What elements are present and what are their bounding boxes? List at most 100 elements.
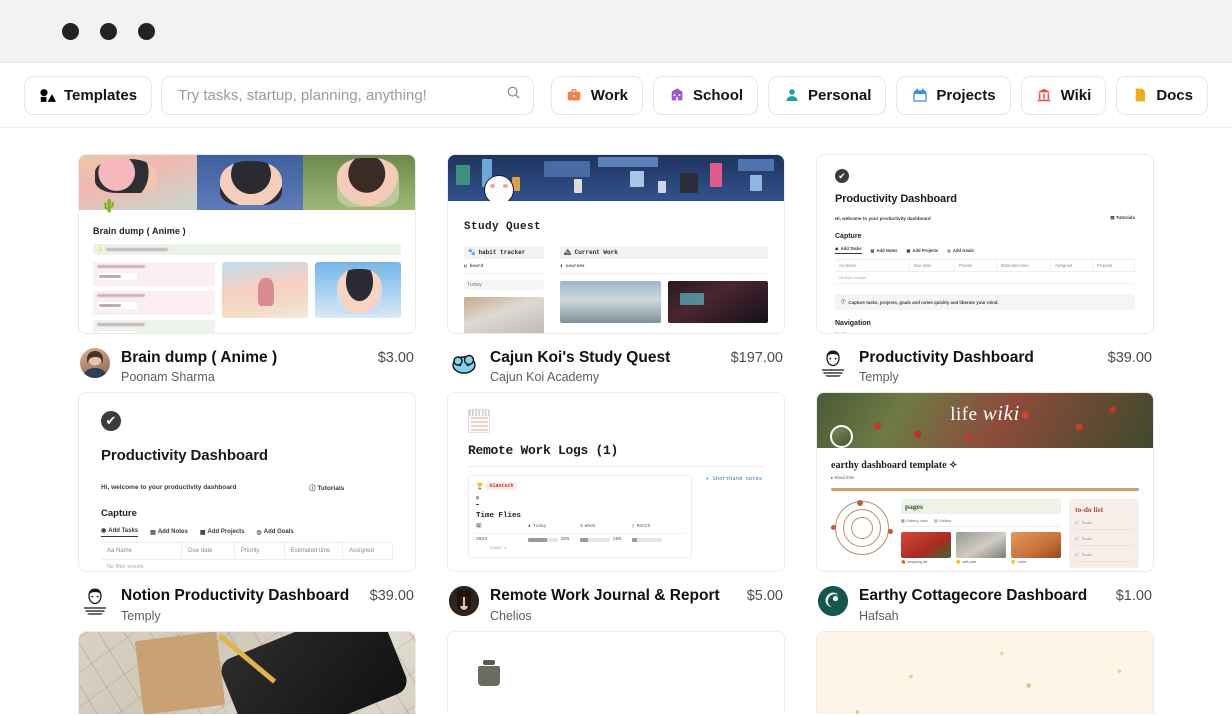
column-header-priority: Priority <box>955 260 997 271</box>
template-thumbnail[interactable]: 🌵 Brain dump ( Anime ) ✨ <box>78 154 416 334</box>
page-gallery-item[interactable]: 📒 notes <box>1011 532 1061 564</box>
capture-tab-add-goals[interactable]: ◎ Add Goals <box>257 527 294 537</box>
anime-task-row[interactable] <box>93 262 215 286</box>
todo-item[interactable]: ☐ To-do <box>1075 536 1133 547</box>
window-close-button[interactable] <box>62 22 79 40</box>
search-box[interactable] <box>161 75 535 115</box>
anime-quote-callout: ✨ <box>93 244 401 255</box>
template-price: $3.00 <box>377 350 414 366</box>
pages-gallery: 🍓 shopping list 🌼 self-care 📒 notes <box>901 532 1061 564</box>
nav-button-personal[interactable]: Personal <box>768 75 887 115</box>
dashboard-heading: Productivity Dashboard <box>101 447 268 465</box>
template-meta-text: Remote Work Journal & Report Chelios <box>490 586 736 622</box>
window-maximize-button[interactable] <box>138 22 155 40</box>
template-meta: Earthy Cottagecore Dashboard Hafsah $1.0… <box>816 572 1154 623</box>
capture-tab-add-notes[interactable]: ▤ Add Notes <box>871 246 898 254</box>
template-title: Earthy Cottagecore Dashboard <box>859 587 1088 605</box>
table-view-tab[interactable]: ▥ <box>476 495 480 506</box>
habit-tracker-view[interactable]: ▤ board <box>464 264 544 274</box>
current-work-column: 🏔 Current Work ▮ courses <box>560 246 768 333</box>
habit-tracker-tab[interactable]: 🐾 habit tracker <box>464 246 544 259</box>
templates-logo-icon <box>39 87 56 104</box>
nav-button-school[interactable]: School <box>653 75 759 115</box>
template-card[interactable]: ✔ Productivity Dashboard Hi, welcome to … <box>816 154 1154 384</box>
template-title: Brain dump ( Anime ) <box>121 349 278 366</box>
gallery-scroll-area[interactable]: 🌵 Brain dump ( Anime ) ✨ Brain dump (An… <box>0 128 1232 714</box>
todo-item[interactable]: ☐ To-do <box>1075 520 1133 531</box>
book-icon: ▮ <box>560 264 563 269</box>
study-quest-heading: Study Quest <box>464 221 542 233</box>
template-thumbnail[interactable]: Remote Work Logs (1) 🏆 Giantech ▥ Time F… <box>447 392 785 573</box>
earthy-cottagecore-preview: life wiki earthy dashboard template ✧ ▸ … <box>817 393 1153 571</box>
template-thumbnail[interactable] <box>78 630 416 714</box>
capture-tab-add-tasks[interactable]: ◉ Add Tasks <box>101 527 139 538</box>
pages-title: pages <box>901 499 1061 515</box>
dashboard-heading: Productivity Dashboard <box>835 193 957 205</box>
page-gallery-item[interactable]: 🌼 self-care <box>956 532 1006 564</box>
capture-tab-add-goals[interactable]: ◎ Add Goals <box>947 246 974 254</box>
nav-button-wiki[interactable]: Wiki <box>1020 75 1107 115</box>
habit-tracker-label: habit tracker <box>478 249 526 256</box>
capture-tab-add-tasks[interactable]: ◉ Add Tasks <box>835 246 862 254</box>
template-card[interactable] <box>78 630 416 714</box>
navigation-tab-all[interactable]: ▤ All <box>835 331 845 333</box>
template-title: Cajun Koi's Study Quest <box>490 349 671 366</box>
template-card[interactable]: 🌵 Brain dump ( Anime ) ✨ Brain dump (An… <box>78 154 416 384</box>
template-card[interactable]: Study Quest 🐾 habit tracker ▤ board Toda… <box>447 154 785 384</box>
trophy-icon: 🏆 <box>476 482 484 490</box>
anime-body: Brain dump ( Anime ) ✨ <box>79 210 415 333</box>
template-title: Remote Work Journal & Report <box>490 587 720 605</box>
capture-tab-add-notes[interactable]: ▤ Add Notes <box>150 527 188 537</box>
templates-brand-button[interactable]: Templates <box>24 75 153 115</box>
bank-icon <box>1036 87 1053 104</box>
template-meta-text: Productivity Dashboard Temply <box>859 348 1097 384</box>
template-card[interactable] <box>816 630 1154 714</box>
anime-banner-image-3 <box>303 155 415 210</box>
anime-illustration-2 <box>315 262 401 318</box>
tutorials-label: Tutorials <box>1115 215 1135 220</box>
template-thumbnail[interactable]: ✔ Productivity Dashboard Hi, welcome to … <box>816 154 1154 334</box>
study-quest-banner <box>448 155 784 201</box>
template-thumbnail[interactable]: life wiki earthy dashboard template ✧ ▸ … <box>816 392 1154 573</box>
nav-button-work[interactable]: Work <box>550 75 644 115</box>
notion-productivity-dashboard-preview: ✔ Productivity Dashboard Hi, welcome to … <box>79 393 415 571</box>
pages-tab-gallery[interactable]: ▤ Gallery <box>934 518 952 523</box>
column-header-date: 🗓 <box>476 524 482 530</box>
todo-title: to-do list <box>1075 505 1104 515</box>
capture-tab-add-projects[interactable]: ▦ Add Projects <box>906 246 938 254</box>
current-work-tab[interactable]: 🏔 Current Work <box>560 246 768 259</box>
read-this-toggle[interactable]: ▸ Read this! <box>831 475 1139 481</box>
productivity-dashboard-preview: ✔ Productivity Dashboard Hi, welcome to … <box>817 155 1153 333</box>
template-thumbnail[interactable]: Study Quest 🐾 habit tracker ▤ board Toda… <box>447 154 785 334</box>
window-minimize-button[interactable] <box>100 22 117 40</box>
capture-callout-text: Capture tasks, projects, goals and notes… <box>848 299 999 305</box>
nav-label-docs: Docs <box>1156 86 1193 104</box>
search-icon[interactable] <box>506 85 521 105</box>
mountain-icon: 🏔 <box>564 249 572 256</box>
pages-tab-gallery-view[interactable]: ▦ Gallery view <box>901 518 928 523</box>
tutorials-link[interactable]: ⓘ Tutorials <box>309 482 393 492</box>
tutorials-link[interactable]: ▤ Tutorials <box>1110 215 1135 221</box>
template-card[interactable]: life wiki earthy dashboard template ✧ ▸ … <box>816 392 1154 623</box>
habit-tracker-column: 🐾 habit tracker ▤ board Today <box>464 246 544 333</box>
nav-button-docs[interactable]: Docs <box>1116 75 1208 115</box>
anime-task-row[interactable] <box>93 320 215 333</box>
page-gallery-item[interactable]: 🍓 shopping list <box>901 532 951 564</box>
hafsah-avatar <box>818 586 848 617</box>
nav-button-projects[interactable]: Projects <box>896 75 1011 115</box>
category-nav: Work School Personal Projects Wiki Docs <box>550 75 1208 115</box>
todo-item[interactable]: ☐ To-do <box>1075 552 1133 563</box>
shorthand-notes-link[interactable]: ▸ Shorthand notes <box>706 475 764 558</box>
capture-tab-add-projects[interactable]: ▦ Add Projects <box>200 527 245 537</box>
template-card[interactable] <box>447 630 785 714</box>
column-header-priority: Priority <box>235 543 285 560</box>
template-card[interactable]: ✔ Productivity Dashboard Hi, welcome to … <box>78 392 416 623</box>
template-card[interactable]: Remote Work Logs (1) 🏆 Giantech ▥ Time F… <box>447 392 785 623</box>
template-thumbnail[interactable] <box>447 630 785 714</box>
template-thumbnail[interactable] <box>816 630 1154 714</box>
time-flies-panel: 🏆 Giantech ▥ Time Flies 🗓 ▮ Today ⚗ Week… <box>468 475 692 559</box>
anime-task-row[interactable] <box>93 291 215 315</box>
courses-view[interactable]: ▮ courses <box>560 264 768 274</box>
template-thumbnail[interactable]: ✔ Productivity Dashboard Hi, welcome to … <box>78 392 416 573</box>
search-input[interactable] <box>178 86 507 104</box>
